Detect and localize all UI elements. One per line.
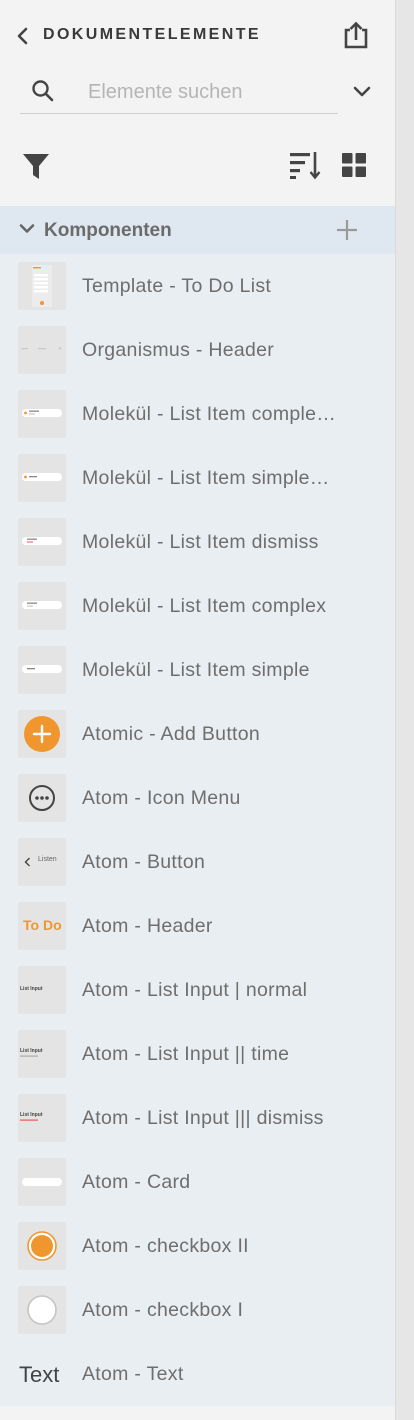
list-item-simple-thumbnail xyxy=(18,454,66,502)
panel-title: DOKUMENTELEMENTE xyxy=(43,26,261,43)
list-item-label: Atom - checkbox II xyxy=(82,1235,249,1257)
list-item[interactable]: Molekül - List Item complex xyxy=(0,574,395,638)
share-button[interactable] xyxy=(338,18,374,52)
list-item-label: Organismus - Header xyxy=(82,339,275,361)
list-input-time-thumbnail: List Input xyxy=(18,1030,66,1078)
list-item-complex-thumbnail xyxy=(18,390,66,438)
more-icon xyxy=(29,785,55,811)
list-input-thumb-text: List Input xyxy=(20,986,43,992)
list-item-simple-thumbnail xyxy=(18,646,66,694)
list-item-label: Atomic - Add Button xyxy=(82,723,261,745)
list-input-thumb-text: List Input xyxy=(20,1112,43,1118)
list-item-label: Atom - List Input ||| dismiss xyxy=(82,1107,324,1129)
list-item[interactable]: Organismus - Header xyxy=(0,318,395,382)
list-input-dismiss-thumbnail: List Input xyxy=(18,1094,66,1142)
checkbox-checked-thumbnail xyxy=(18,1222,66,1270)
list-item[interactable]: List Input Atom - List Input || time xyxy=(0,1022,395,1086)
header-text-thumbnail: To Do xyxy=(18,902,66,950)
chevron-left-icon xyxy=(24,857,30,867)
plus-circle-icon xyxy=(24,716,60,752)
list-input-thumb-text: List Input xyxy=(20,1048,43,1054)
search-input[interactable] xyxy=(88,78,328,106)
list-item[interactable]: Atom - checkbox II xyxy=(0,1214,395,1278)
list-item[interactable]: Molekül - List Item simple… xyxy=(0,446,395,510)
list-item-label: Atom - Button xyxy=(82,851,206,873)
list-item[interactable]: List Input Atom - List Input | normal xyxy=(0,958,395,1022)
checkbox-checked-icon xyxy=(27,1231,57,1261)
text-thumbnail: Text xyxy=(18,1350,66,1398)
list-item[interactable]: Molekül - List Item comple… xyxy=(0,382,395,446)
list-item-label: Molekül - List Item complex xyxy=(82,595,327,617)
list-item-label: Atom - Text xyxy=(82,1363,184,1385)
grid-view-icon[interactable] xyxy=(341,152,367,178)
template-thumbnail xyxy=(18,262,66,310)
list-item[interactable]: Template - To Do List xyxy=(0,254,395,318)
list-item[interactable]: Molekül - List Item simple xyxy=(0,638,395,702)
card-thumbnail xyxy=(18,1158,66,1206)
list-item[interactable]: Atom - checkbox I xyxy=(0,1278,395,1342)
panel-header: DOKUMENTELEMENTE xyxy=(0,0,395,72)
scrollbar[interactable] xyxy=(395,0,414,1420)
checkbox-empty-icon xyxy=(27,1295,57,1325)
list-item-label: Atom - List Input || time xyxy=(82,1043,290,1065)
list-item[interactable]: Molekül - List Item dismiss xyxy=(0,510,395,574)
header-thumbnail xyxy=(18,326,66,374)
list-item[interactable]: Text Atom - Text xyxy=(0,1342,395,1406)
panel-footer xyxy=(0,1406,395,1420)
list-item[interactable]: To Do Atom - Header xyxy=(0,894,395,958)
checkbox-empty-thumbnail xyxy=(18,1286,66,1334)
list-item[interactable]: Atom - Icon Menu xyxy=(0,766,395,830)
list-item-label: Atom - Card xyxy=(82,1171,191,1193)
list-item[interactable]: Atomic - Add Button xyxy=(0,702,395,766)
button-thumbnail: Listen xyxy=(18,838,66,886)
share-icon xyxy=(344,21,368,49)
text-thumb-text: Text xyxy=(19,1362,60,1387)
list-item-label: Molekül - List Item comple… xyxy=(82,403,337,425)
list-item-dismiss-thumbnail xyxy=(18,518,66,566)
chevron-down-icon xyxy=(353,86,371,97)
section-collapse-button[interactable] xyxy=(17,218,37,240)
back-button[interactable] xyxy=(12,24,34,48)
list-item-label: Atom - checkbox I xyxy=(82,1299,244,1321)
sort-icon[interactable] xyxy=(288,150,322,180)
list-item-complex-thumbnail xyxy=(18,582,66,630)
section-title: Komponenten xyxy=(44,220,172,241)
search-icon xyxy=(32,80,54,102)
chevron-left-icon xyxy=(17,27,28,45)
list-item-label: Molekül - List Item simple xyxy=(82,659,310,681)
list-item[interactable]: Listen Atom - Button xyxy=(0,830,395,894)
search-dropdown-button[interactable] xyxy=(350,80,374,104)
document-elements-panel: DOKUMENTELEMENTE Komponenten Template - … xyxy=(0,0,395,1420)
list-item-label: Atom - List Input | normal xyxy=(82,979,308,1001)
list-input-thumbnail: List Input xyxy=(18,966,66,1014)
search-field[interactable] xyxy=(20,70,338,114)
header-thumb-text: To Do xyxy=(23,917,62,933)
button-thumb-text: Listen xyxy=(38,856,57,863)
list-item[interactable]: List Input Atom - List Input ||| dismiss xyxy=(0,1086,395,1150)
list-item-label: Atom - Header xyxy=(82,915,213,937)
list-item[interactable]: Atom - Card xyxy=(0,1150,395,1214)
list-item-label: Template - To Do List xyxy=(82,275,272,297)
icon-menu-thumbnail xyxy=(18,774,66,822)
list-item-label: Atom - Icon Menu xyxy=(82,787,241,809)
list-item-label: Molekül - List Item simple… xyxy=(82,467,330,489)
filter-icon[interactable] xyxy=(22,151,50,181)
add-button-thumbnail xyxy=(18,710,66,758)
chevron-down-icon xyxy=(19,224,35,233)
list-item-label: Molekül - List Item dismiss xyxy=(82,531,319,553)
add-component-icon[interactable] xyxy=(334,217,360,243)
